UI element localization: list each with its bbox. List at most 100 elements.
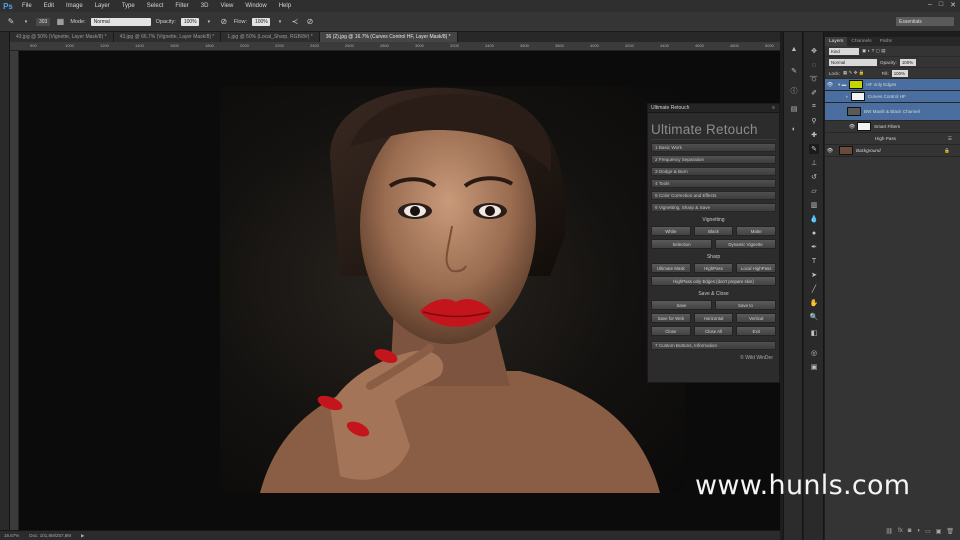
layer-hf-only-edges[interactable]: 👁 ▾ ▬ HF only Edges [825,79,960,91]
tab-layers[interactable]: Layers [825,37,848,46]
quick-select-tool-icon[interactable]: ✐ [809,88,819,98]
horizontal-button[interactable]: Horizontal [693,313,734,323]
zoom-level[interactable]: 16.67% [4,533,19,538]
section-custom-buttons[interactable]: 7 Custom Buttons, Information [651,341,776,350]
menu-filter[interactable]: Filter [169,3,194,9]
save-for-web-button[interactable]: Save for Web [651,313,691,323]
new-group-icon[interactable]: ▭ [925,528,931,538]
menu-file[interactable]: File [16,3,38,9]
menu-edit[interactable]: Edit [38,3,60,9]
vertical-button[interactable]: Vertical [736,313,777,323]
close-all-button[interactable]: Close All [693,326,734,336]
kind-filter-select[interactable]: Kind [829,47,859,55]
quick-mask-icon[interactable]: ◎ [809,348,819,358]
new-layer-icon[interactable]: ▣ [936,528,942,538]
highpass-only-edges-button[interactable]: HighPass only Edges (don't prepare skin) [651,276,776,286]
restore-icon[interactable]: □ [939,1,943,9]
tab-43-vignette-2[interactable]: 43.jpg @ 66.7% (Vignette, Layer Mask/8) … [113,32,222,42]
dynamic-vignette-button[interactable]: Dynamic Vignette [715,239,776,249]
save-to-button[interactable]: Save to [715,300,776,310]
marquee-tool-icon[interactable]: ◌ [809,60,819,70]
opacity-field[interactable]: 100% [180,17,199,26]
visibility-eye-icon[interactable]: 👁 [847,124,857,130]
mode-select[interactable]: Normal [90,17,151,26]
layer-curves-control-hf[interactable]: ◑ Curves Control HF [825,91,960,103]
shape-tool-icon[interactable]: ╱ [809,284,819,294]
menu-3d[interactable]: 3D [195,3,215,9]
type-tool-icon[interactable]: T [809,256,819,266]
menu-select[interactable]: Select [141,3,170,9]
chevron-down-icon[interactable]: ▾ [204,17,214,27]
adjustment-layer-icon[interactable]: ◑ [916,528,920,538]
brush-presets-icon[interactable]: ✎ [789,66,799,76]
healing-tool-icon[interactable]: ✚ [809,130,819,140]
close-icon[interactable]: ✕ [950,1,956,9]
properties-icon[interactable]: ▤ [789,104,799,114]
link-icon[interactable]: ⛓ [885,528,893,538]
close-button[interactable]: Close [651,326,691,336]
section-tools[interactable]: 4 Tools [651,179,776,188]
menu-layer[interactable]: Layer [89,3,116,9]
save-button[interactable]: Save [651,300,712,310]
blend-mode-select[interactable]: Normal [829,58,877,66]
menu-type[interactable]: Type [116,3,141,9]
highpass-button[interactable]: HighPass [693,263,734,273]
menu-view[interactable]: View [214,3,239,9]
section-color-correction[interactable]: 5 Color Correction and Effects [651,191,776,200]
path-selection-tool-icon[interactable]: ➤ [809,270,819,280]
minimize-icon[interactable]: – [928,1,932,9]
lock-icons[interactable]: ▦ ✎ ✥ 🔒 [843,70,865,76]
adjustments-icon[interactable]: ◐ [789,124,799,134]
hand-tool-icon[interactable]: ✋ [809,298,819,308]
section-dodge-burn[interactable]: 3 Dodge & Burn [651,167,776,176]
brush-tool-icon[interactable]: ✎ [809,144,819,154]
panel-menu-icon[interactable]: ≡ [772,105,775,111]
visibility-eye-icon[interactable]: 👁 [825,148,835,154]
vignette-white-button[interactable]: White [651,226,691,236]
clone-stamp-tool-icon[interactable]: ⊥ [809,158,819,168]
history-brush-tool-icon[interactable]: ↺ [809,172,819,182]
workspace-select[interactable]: Essentials [896,17,954,26]
local-highpass-button[interactable]: Local HighPass [736,263,777,273]
screen-mode-icon[interactable]: ▣ [809,362,819,372]
chevron-down-icon[interactable]: ▾ [275,17,285,27]
color-swatches-icon[interactable]: ◧ [809,328,819,338]
gradient-tool-icon[interactable]: ▥ [809,200,819,210]
tab-36-curves[interactable]: 36 (2).jpg @ 16.7% (Curves Control HF, L… [319,32,458,42]
menu-window[interactable]: Window [239,3,272,9]
pressure-size-icon[interactable]: ⊘ [305,17,315,27]
smart-filters-row[interactable]: 👁 Smart Filters [825,121,960,133]
filter-icons[interactable]: ▣ ◐ T ▢ ▤ [862,48,886,54]
exit-button[interactable]: Exit [736,326,777,336]
zoom-tool-icon[interactable]: 🔍 [809,312,819,322]
tab-1-local-sharp[interactable]: 1.jpg @ 50% (Local_Sharp, RGB/8#) * [221,32,320,42]
crop-tool-icon[interactable]: ⌗ [809,102,819,112]
vignette-selection-button[interactable]: Selection [651,239,712,249]
layer-background[interactable]: 👁 Background 🔒 [825,145,960,157]
blur-tool-icon[interactable]: 💧 [809,214,819,224]
vignette-matte-button[interactable]: Matte [736,226,777,236]
airbrush-icon[interactable]: ≺ [290,17,300,27]
layer-opacity-field[interactable]: 100% [899,58,916,66]
lasso-tool-icon[interactable]: ➰ [809,74,819,84]
tab-paths[interactable]: Paths [876,37,896,46]
pressure-opacity-icon[interactable]: ⊘ [219,17,229,27]
chevron-right-icon[interactable]: ▶ [81,533,84,539]
brush-panel-icon[interactable]: ▦ [55,17,65,27]
filter-options-icon[interactable]: ☰ [948,136,952,142]
pen-tool-icon[interactable]: ✒ [809,242,819,252]
layer-fill-field[interactable]: 100% [891,69,908,77]
section-frequency-separation[interactable]: 2 Frequency Separation [651,155,776,164]
tab-43-vignette[interactable]: 43.jpg @ 50% (Vignette, Layer Mask/8) * [10,32,114,42]
move-tool-icon[interactable]: ✥ [809,46,819,56]
chevron-down-icon[interactable]: ▾ [21,17,31,27]
tab-channels[interactable]: Channels [847,37,875,46]
dodge-tool-icon[interactable]: ● [809,228,819,238]
section-basic-work[interactable]: 1 Basic Work [651,143,776,152]
history-icon[interactable]: ▲ [789,44,799,54]
eraser-tool-icon[interactable]: ▱ [809,186,819,196]
brush-size-field[interactable]: 303 [36,17,51,26]
menu-image[interactable]: Image [60,3,89,9]
eyedropper-tool-icon[interactable]: ⚲ [809,116,819,126]
trash-icon[interactable]: 🗑 [946,528,954,538]
